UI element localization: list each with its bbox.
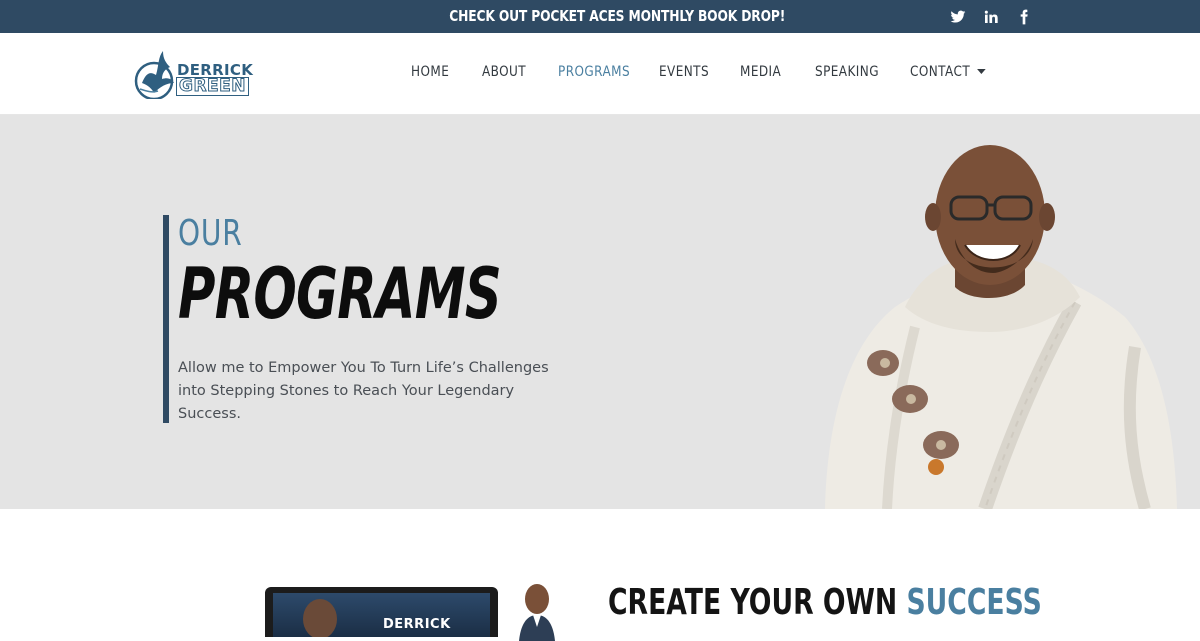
nav-programs[interactable]: PROGRAMS — [558, 64, 630, 80]
chevron-down-icon — [976, 69, 986, 74]
announcement-text[interactable]: CHECK OUT POCKET ACES MONTHLY BOOK DROP! — [108, 7, 1126, 25]
hero-section: OUR PROGRAMS Allow me to Empower You To … — [0, 115, 1200, 509]
facebook-icon — [1020, 9, 1028, 25]
nav-home[interactable]: HOME — [411, 64, 449, 80]
announcement-bar: CHECK OUT POCKET ACES MONTHLY BOOK DROP! — [0, 0, 1200, 33]
site-logo[interactable]: DERRICK GREEN — [132, 47, 272, 101]
hero-accent-bar — [163, 215, 169, 423]
speaker-thumbnail — [519, 584, 555, 641]
twitter-link[interactable] — [949, 8, 967, 26]
nav-contact[interactable]: CONTACT — [910, 64, 986, 80]
portrait-image — [825, 145, 1177, 509]
nav-about[interactable]: ABOUT — [482, 64, 526, 80]
nav-contact-label: CONTACT — [910, 64, 971, 80]
programs-intro-section: DERRICK CREATE YOUR OWN SUCCESS — [0, 509, 1200, 641]
logo-word-green: GREEN — [176, 77, 249, 96]
eagle-globe-icon — [134, 51, 174, 99]
laptop-screen: DERRICK — [273, 593, 490, 637]
hero-kicker: OUR — [178, 213, 243, 254]
nav-events[interactable]: EVENTS — [659, 64, 709, 80]
hero-title: PROGRAMS — [178, 253, 502, 335]
nav-speaking[interactable]: SPEAKING — [815, 64, 879, 80]
laptop-screen-portrait — [303, 599, 337, 637]
section-title: CREATE YOUR OWN SUCCESS — [608, 582, 1042, 623]
hero-description: Allow me to Empower You To Turn Life’s C… — [178, 360, 549, 422]
twitter-icon — [950, 10, 966, 23]
section-title-accent: SUCCESS — [906, 582, 1042, 623]
section-title-main: CREATE YOUR OWN — [608, 582, 907, 623]
site-header: DERRICK GREEN HOME ABOUT PROGRAMS EVENTS… — [0, 33, 1200, 115]
linkedin-link[interactable] — [982, 8, 1000, 26]
nav-media[interactable]: MEDIA — [740, 64, 781, 80]
facebook-link[interactable] — [1015, 8, 1033, 26]
linkedin-icon — [984, 10, 998, 23]
